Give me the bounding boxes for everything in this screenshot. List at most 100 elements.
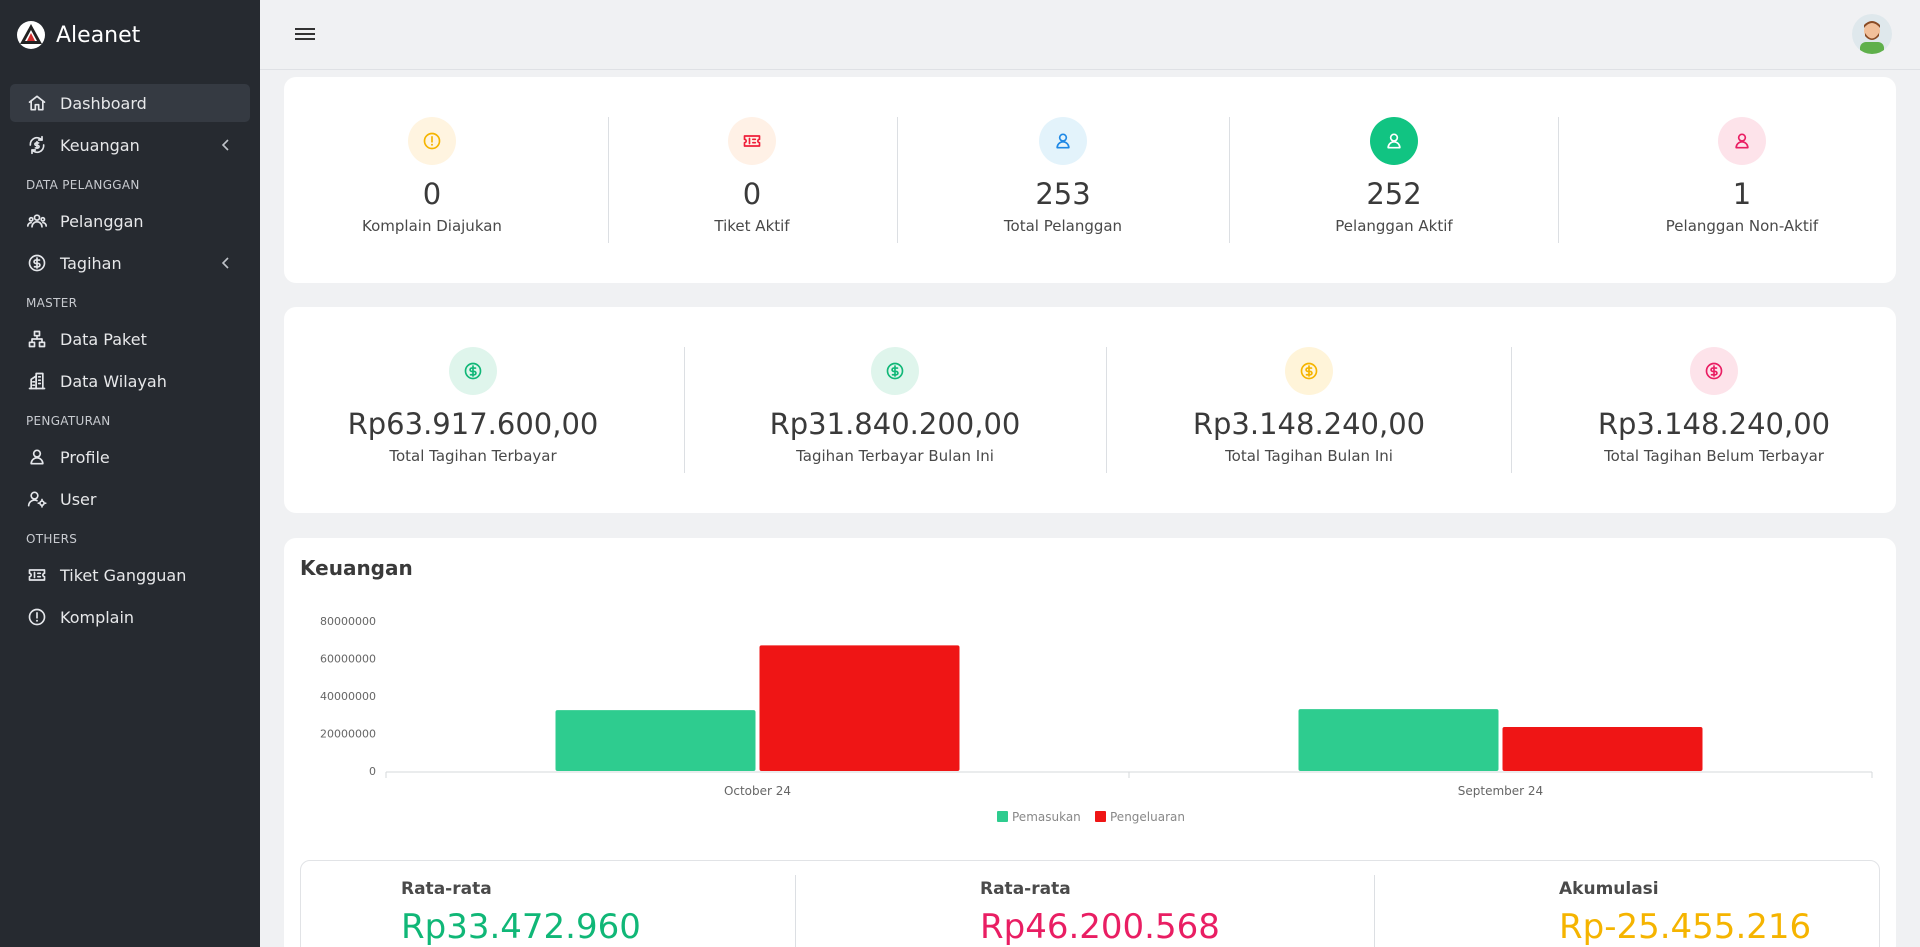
sitemap-icon <box>26 328 48 350</box>
stat-divider <box>1106 347 1107 473</box>
y-tick-label: 0 <box>369 765 376 778</box>
ticket-icon <box>26 564 48 586</box>
sidebar-nav: Dashboard Keuangan DATA PELANGGAN Pelanggan… <box>0 70 260 636</box>
alert-circle-icon <box>408 117 456 165</box>
building-icon <box>26 370 48 392</box>
sidebar-item-dashboard[interactable]: Dashboard <box>10 84 250 122</box>
stat-label: Pelanggan Aktif <box>1335 217 1453 235</box>
sidebar-item-label: User <box>60 489 97 509</box>
chevron-left-icon <box>218 137 234 153</box>
stat-value: 0 <box>742 177 762 211</box>
legend-label: Pengeluaran <box>1110 810 1185 824</box>
stat-komplain-diajukan: 0 Komplain Diajukan <box>272 117 592 243</box>
nav-section-data-pelanggan: DATA PELANGGAN <box>26 178 140 192</box>
sidebar-item-tagihan[interactable]: Tagihan <box>10 244 250 282</box>
stat-total-tagihan-terbayar: Rp63.917.600,00 Total Tagihan Terbayar <box>313 347 633 473</box>
summary-item: Rata-rata Rp33.472.960 <box>401 879 641 947</box>
nav-section-others: OTHERS <box>26 532 78 546</box>
bar-pengeluaran <box>1502 726 1703 771</box>
finance-bar-chart: 0 20000000 40000000 60000000 80000000 October… <box>320 615 1873 824</box>
sidebar-item-label: Tiket Gangguan <box>60 565 187 585</box>
brand[interactable]: Aleanet <box>0 0 260 70</box>
summary-divider <box>795 875 796 947</box>
stat-total-tagihan-bulan-ini: Rp3.148.240,00 Total Tagihan Bulan Ini <box>1149 347 1469 473</box>
x-tick-label: September 24 <box>1458 784 1543 798</box>
summary-item: Rata-rata Rp46.200.568 <box>980 879 1220 947</box>
stat-label: Tiket Aktif <box>714 217 790 235</box>
stat-value: Rp63.917.600,00 <box>347 407 599 441</box>
menu-toggle-icon[interactable] <box>294 25 316 43</box>
stat-value: Rp3.148.240,00 <box>1597 407 1831 441</box>
stat-divider <box>684 347 685 473</box>
stat-label: Total Tagihan Belum Terbayar <box>1604 447 1824 465</box>
sidebar-item-data-paket[interactable]: Data Paket <box>10 320 250 358</box>
sidebar-item-profile[interactable]: Profile <box>10 438 250 476</box>
stat-pelanggan-non-aktif: 1 Pelanggan Non-Aktif <box>1582 117 1902 243</box>
dollar-circle-icon <box>871 347 919 395</box>
user-icon <box>1718 117 1766 165</box>
x-tick-label: October 24 <box>724 784 791 798</box>
stat-divider <box>1558 117 1559 243</box>
stat-tiket-aktif: 0 Tiket Aktif <box>592 117 912 243</box>
sidebar-item-label: Data Wilayah <box>60 371 167 391</box>
sidebar-item-tiket-gangguan[interactable]: Tiket Gangguan <box>10 556 250 594</box>
summary-label: Rata-rata <box>401 879 492 899</box>
user-avatar[interactable] <box>1852 14 1892 54</box>
sidebar-item-label: Komplain <box>60 607 135 627</box>
sidebar-item-pelanggan[interactable]: Pelanggan <box>10 202 250 240</box>
sidebar-item-label: Profile <box>60 447 110 467</box>
dollar-circle-icon <box>1690 347 1738 395</box>
home-icon <box>26 92 48 114</box>
user-icon <box>1039 117 1087 165</box>
user-icon <box>26 446 48 468</box>
users-icon <box>26 210 48 232</box>
avatar-icon <box>1852 14 1892 54</box>
stat-total-tagihan-belum-terbayar: Rp3.148.240,00 Total Tagihan Belum Terbay… <box>1554 347 1874 473</box>
summary-label: Rata-rata <box>980 879 1071 899</box>
bar-pengeluaran <box>759 645 960 771</box>
ticket-icon <box>728 117 776 165</box>
summary-value: Rp46.200.568 <box>980 907 1220 947</box>
nav-section-pengaturan: PENGATURAN <box>26 414 111 428</box>
stat-tagihan-terbayar-bulan-ini: Rp31.840.200,00 Tagihan Terbayar Bulan In… <box>735 347 1055 473</box>
stat-label: Komplain Diajukan <box>362 217 502 235</box>
y-tick-label: 40000000 <box>320 690 376 703</box>
stats-customers-card: 0 Komplain Diajukan 0 Tiket Aktif 253 Total P… <box>284 77 1896 283</box>
summary-value: Rp-25.455.216 <box>1559 907 1812 947</box>
dollar-circle-icon <box>1285 347 1333 395</box>
dollar-circle-icon <box>26 252 48 274</box>
summary-value: Rp33.472.960 <box>401 907 641 947</box>
sidebar-item-label: Data Paket <box>60 329 147 349</box>
stat-label: Total Tagihan Bulan Ini <box>1225 447 1393 465</box>
stat-value: 253 <box>1035 177 1091 211</box>
user-gear-icon <box>26 488 48 510</box>
stat-pelanggan-aktif: 252 Pelanggan Aktif <box>1234 117 1554 243</box>
legend-swatch <box>1095 811 1106 822</box>
sidebar-item-data-wilayah[interactable]: Data Wilayah <box>10 362 250 400</box>
y-tick-label: 20000000 <box>320 728 376 741</box>
brand-logo-icon <box>17 21 45 49</box>
sidebar-item-user[interactable]: User <box>10 480 250 518</box>
sidebar-item-label: Pelanggan <box>60 211 144 231</box>
stat-divider <box>1229 117 1230 243</box>
finance-icon <box>26 134 48 156</box>
sidebar-item-label: Dashboard <box>60 93 147 113</box>
nav-section-master: MASTER <box>26 296 78 310</box>
sidebar-item-label: Keuangan <box>60 135 140 155</box>
y-tick-label: 80000000 <box>320 615 376 628</box>
brand-name: Aleanet <box>56 22 141 48</box>
finance-chart-card: Keuangan 0 20000000 40000000 60000000 800000… <box>284 538 1896 947</box>
legend-label: Pemasukan <box>1012 810 1081 824</box>
stat-value: Rp3.148.240,00 <box>1192 407 1426 441</box>
stat-value: 0 <box>422 177 442 211</box>
stat-value: 252 <box>1366 177 1422 211</box>
stat-label: Total Pelanggan <box>1003 217 1123 235</box>
stat-divider <box>1511 347 1512 473</box>
stat-label: Pelanggan Non-Aktif <box>1665 217 1819 235</box>
bar-pemasukan <box>555 710 756 771</box>
summary-item: Akumulasi Rp-25.455.216 <box>1559 879 1811 947</box>
sidebar: Aleanet Dashboard Keuangan DATA PELANGGAN P… <box>0 0 260 947</box>
sidebar-item-keuangan[interactable]: Keuangan <box>10 126 250 164</box>
stat-label: Tagihan Terbayar Bulan Ini <box>796 447 994 465</box>
sidebar-item-komplain[interactable]: Komplain <box>10 598 250 636</box>
